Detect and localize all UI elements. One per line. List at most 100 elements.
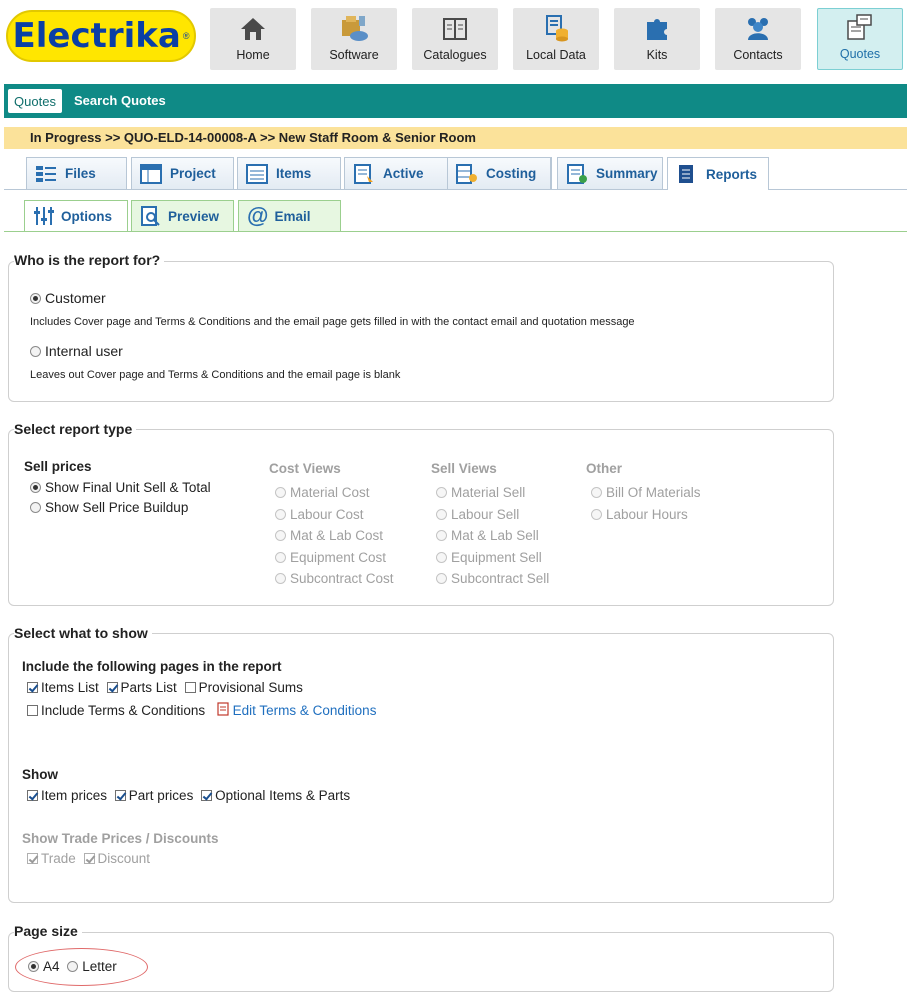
- item-prices-checkbox[interactable]: [27, 790, 38, 801]
- final-unit-sell-radio[interactable]: [30, 482, 41, 493]
- include-terms-label: Include Terms & Conditions: [41, 703, 206, 718]
- other-radio[interactable]: [591, 487, 602, 498]
- cost-radio[interactable]: [275, 573, 286, 584]
- other-option[interactable]: Bill Of Materials: [591, 482, 701, 504]
- sell-radio[interactable]: [436, 530, 447, 541]
- tab-reports[interactable]: Reports: [667, 157, 769, 190]
- cost-option-label: Mat & Lab Cost: [290, 528, 384, 543]
- other-heading: Other: [586, 461, 623, 476]
- customer-description: Includes Cover page and Terms & Conditio…: [30, 316, 635, 328]
- internal-user-radio[interactable]: [30, 346, 41, 357]
- sell-radio[interactable]: [436, 487, 447, 498]
- letter-label: Letter: [82, 959, 117, 974]
- sell-option-label: Mat & Lab Sell: [451, 528, 539, 543]
- item-prices-label: Item prices: [41, 788, 108, 803]
- cost-views-heading: Cost Views: [269, 461, 341, 476]
- sell-option-label: Equipment Sell: [451, 549, 542, 565]
- tab-reports-label: Reports: [706, 166, 758, 182]
- optional-items-checkbox[interactable]: [201, 790, 213, 801]
- trade-label: Trade: [41, 851, 76, 866]
- sell-option-label: Material Sell: [451, 485, 526, 500]
- logo-text: Electrika: [12, 16, 181, 56]
- final-unit-sell-option[interactable]: Show Final Unit Sell & Total: [30, 480, 211, 495]
- a4-radio[interactable]: [28, 961, 39, 972]
- other-radio[interactable]: [591, 508, 602, 520]
- trade-checkbox[interactable]: [27, 853, 38, 864]
- internal-user-label: Internal user: [45, 343, 123, 359]
- contacts-icon: [748, 18, 768, 40]
- sell-radio[interactable]: [436, 508, 447, 520]
- cost-option[interactable]: Material Cost: [275, 482, 394, 504]
- sell-price-buildup-radio[interactable]: [30, 502, 41, 513]
- discount-checkbox[interactable]: [83, 853, 95, 864]
- nav-software-label: Software: [329, 48, 379, 62]
- puzzle-icon: [647, 19, 667, 40]
- nav-local-data[interactable]: Local Data: [513, 8, 599, 70]
- trade-heading: Show Trade Prices / Discounts: [22, 831, 219, 846]
- part-prices-checkbox[interactable]: [114, 790, 126, 801]
- sell-option[interactable]: Subcontract Sell: [436, 568, 549, 590]
- include-pages-heading: Include the following pages in the repor…: [22, 659, 282, 674]
- preview-icon: [141, 206, 160, 226]
- subtab-options[interactable]: Options: [24, 200, 128, 231]
- letter-radio[interactable]: [67, 961, 79, 972]
- sell-option[interactable]: Labour Sell: [436, 504, 549, 526]
- customer-radio[interactable]: [30, 293, 41, 304]
- electrika-logo[interactable]: Electrika ®: [6, 10, 196, 62]
- nav-catalogues[interactable]: Catalogues: [412, 8, 498, 70]
- tab-project-label: Project: [170, 166, 216, 181]
- subtab-preview[interactable]: Preview: [131, 200, 234, 231]
- items-list-label: Items List: [41, 680, 99, 695]
- customer-option[interactable]: Customer: [30, 290, 106, 306]
- show-heading: Show: [22, 767, 58, 782]
- report-type-legend: Select report type: [14, 421, 137, 437]
- cost-radio[interactable]: [275, 551, 286, 563]
- page-size-legend: Page size: [14, 923, 82, 939]
- cost-radio[interactable]: [275, 530, 286, 541]
- tab-project[interactable]: Project: [131, 157, 234, 189]
- cost-option[interactable]: Mat & Lab Cost: [275, 525, 394, 547]
- cost-option[interactable]: Subcontract Cost: [275, 568, 394, 590]
- parts-list-checkbox[interactable]: [106, 682, 118, 693]
- edit-terms-link[interactable]: Edit Terms & Conditions: [233, 703, 377, 718]
- provisional-sums-label: Provisional Sums: [198, 680, 303, 695]
- tab-items[interactable]: Items: [237, 157, 341, 189]
- tab-files-label: Files: [65, 166, 96, 181]
- sell-option[interactable]: Equipment Sell: [436, 547, 549, 569]
- sell-option[interactable]: Material Sell: [436, 482, 549, 504]
- internal-user-option[interactable]: Internal user: [30, 343, 123, 359]
- nav-kits[interactable]: Kits: [614, 8, 700, 70]
- files-icon: [36, 165, 56, 182]
- tab-items-label: Items: [276, 166, 312, 181]
- subtab-email[interactable]: @ Email: [238, 200, 341, 231]
- page-size-fieldset: [8, 932, 834, 992]
- cost-radio[interactable]: [275, 487, 286, 498]
- logo-registered-mark: ®: [182, 31, 190, 41]
- nav-quotes[interactable]: Quotes: [817, 8, 903, 70]
- sell-radio[interactable]: [436, 573, 447, 584]
- tab-summary[interactable]: Summary: [557, 157, 663, 189]
- tab-files[interactable]: Files: [26, 157, 127, 189]
- cost-radio[interactable]: [275, 508, 286, 520]
- cost-option[interactable]: Equipment Cost: [275, 547, 394, 569]
- sell-price-buildup-option[interactable]: Show Sell Price Buildup: [30, 500, 188, 515]
- tab-costing-label: Costing: [486, 166, 537, 181]
- project-icon: [140, 163, 162, 184]
- sell-option[interactable]: Mat & Lab Sell: [436, 525, 549, 547]
- sell-radio[interactable]: [436, 551, 447, 563]
- provisional-sums-checkbox[interactable]: [184, 682, 196, 693]
- other-option[interactable]: Labour Hours: [591, 504, 701, 526]
- cost-option[interactable]: Labour Cost: [275, 504, 394, 526]
- include-terms-checkbox[interactable]: [27, 705, 38, 716]
- nav-home[interactable]: Home: [210, 8, 296, 70]
- sliders-icon: [34, 207, 54, 225]
- quotes-icon: [847, 14, 872, 40]
- items-list-checkbox[interactable]: [27, 682, 38, 693]
- toolbar-quotes-button[interactable]: Quotes: [8, 89, 62, 113]
- parts-list-label: Parts List: [120, 680, 177, 695]
- tab-costing[interactable]: Costing: [447, 157, 551, 189]
- toolbar-search-quotes-link[interactable]: Search Quotes: [74, 93, 166, 108]
- nav-contacts[interactable]: Contacts: [715, 8, 801, 70]
- page-size-options: A4 Letter: [28, 959, 117, 974]
- nav-software[interactable]: Software: [311, 8, 397, 70]
